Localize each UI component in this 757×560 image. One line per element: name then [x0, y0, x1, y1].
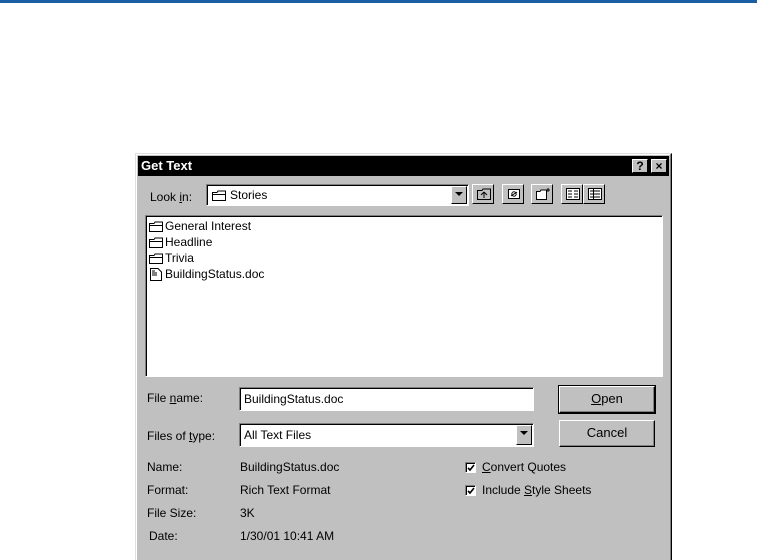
include-style-sheets-accesskey: S: [524, 483, 533, 497]
look-in-label-text-2: n:: [182, 190, 193, 204]
list-view-icon: [566, 188, 580, 200]
up-one-level-button[interactable]: [472, 184, 494, 204]
date-label: Date:: [149, 529, 178, 543]
get-text-dialog: Get Text ? × Look in: Stories General In…: [135, 153, 672, 560]
convert-quotes-label[interactable]: Convert Quotes: [482, 460, 566, 474]
look-in-value: Stories: [230, 188, 268, 202]
look-in-label: Look in:: [150, 190, 192, 204]
look-in-label-text-1: Look: [150, 190, 180, 204]
convert-quotes-checkbox[interactable]: [465, 462, 476, 473]
folder-icon: [149, 221, 163, 232]
files-of-type-dropdown-arrow-icon[interactable]: [516, 425, 532, 445]
folder-icon: [149, 253, 163, 264]
list-view-button[interactable]: [561, 184, 583, 204]
dialog-titlebar[interactable]: Get Text ? ×: [138, 156, 669, 176]
open-button[interactable]: Open: [558, 385, 656, 414]
details-view-button[interactable]: [583, 184, 605, 204]
date-value: 1/30/01 10:41 AM: [240, 529, 335, 543]
list-item-label: BuildingStatus.doc: [165, 267, 265, 281]
files-of-type-label-text-1: Files of: [147, 429, 190, 443]
convert-quotes-accesskey: C: [482, 460, 491, 474]
file-name-label-text-1: File: [147, 391, 170, 405]
format-value: Rich Text Format: [240, 483, 331, 497]
folder-icon: [149, 237, 163, 248]
close-button[interactable]: ×: [651, 159, 667, 173]
new-folder-icon: [536, 188, 550, 200]
list-item-label: Headline: [165, 235, 213, 249]
file-size-value: 3K: [240, 506, 255, 520]
file-name-value: BuildingStatus.doc: [244, 392, 344, 406]
file-name-label-text-2: ame:: [176, 391, 204, 405]
include-style-sheets-text-2: tyle Sheets: [532, 483, 592, 497]
list-item-label: General Interest: [165, 219, 252, 233]
help-button[interactable]: ?: [632, 159, 648, 173]
name-value: BuildingStatus.doc: [240, 460, 340, 474]
cancel-button[interactable]: Cancel: [559, 420, 655, 447]
name-label: Name:: [147, 460, 183, 474]
convert-quotes-text: onvert Quotes: [490, 460, 567, 474]
include-style-sheets-label[interactable]: Include Style Sheets: [482, 483, 591, 497]
file-name-input[interactable]: BuildingStatus.doc: [239, 387, 534, 411]
files-of-type-label: Files of type:: [147, 429, 215, 443]
desktop-button[interactable]: [502, 184, 524, 204]
file-name-label: File name:: [147, 391, 203, 405]
folder-icon: [212, 190, 226, 201]
files-of-type-value: All Text Files: [244, 428, 312, 442]
files-of-type-select[interactable]: All Text Files: [239, 423, 534, 447]
up-one-level-icon: [477, 188, 491, 200]
list-item-label: Trivia: [165, 251, 194, 265]
include-style-sheets-checkbox[interactable]: [465, 485, 476, 496]
look-in-combo[interactable]: Stories: [206, 184, 469, 206]
open-button-label: pen: [601, 391, 623, 406]
details-view-icon: [588, 188, 602, 200]
checkmark-icon: [467, 487, 475, 495]
new-folder-button[interactable]: [531, 184, 553, 204]
include-style-sheets-text-1: Include: [482, 483, 525, 497]
checkmark-icon: [467, 464, 475, 472]
dialog-title: Get Text: [141, 158, 193, 173]
look-in-dropdown-arrow-icon[interactable]: [451, 186, 467, 204]
file-size-label: File Size:: [147, 506, 197, 520]
document-icon: [150, 268, 162, 281]
format-label: Format:: [147, 483, 189, 497]
open-button-accesskey: O: [591, 391, 602, 406]
file-list[interactable]: General Interest Headline Trivia Buildin…: [145, 215, 663, 377]
desktop-icon: [508, 189, 520, 199]
files-of-type-label-text-2: ype:: [192, 429, 216, 443]
page-top-rule: [0, 0, 757, 3]
